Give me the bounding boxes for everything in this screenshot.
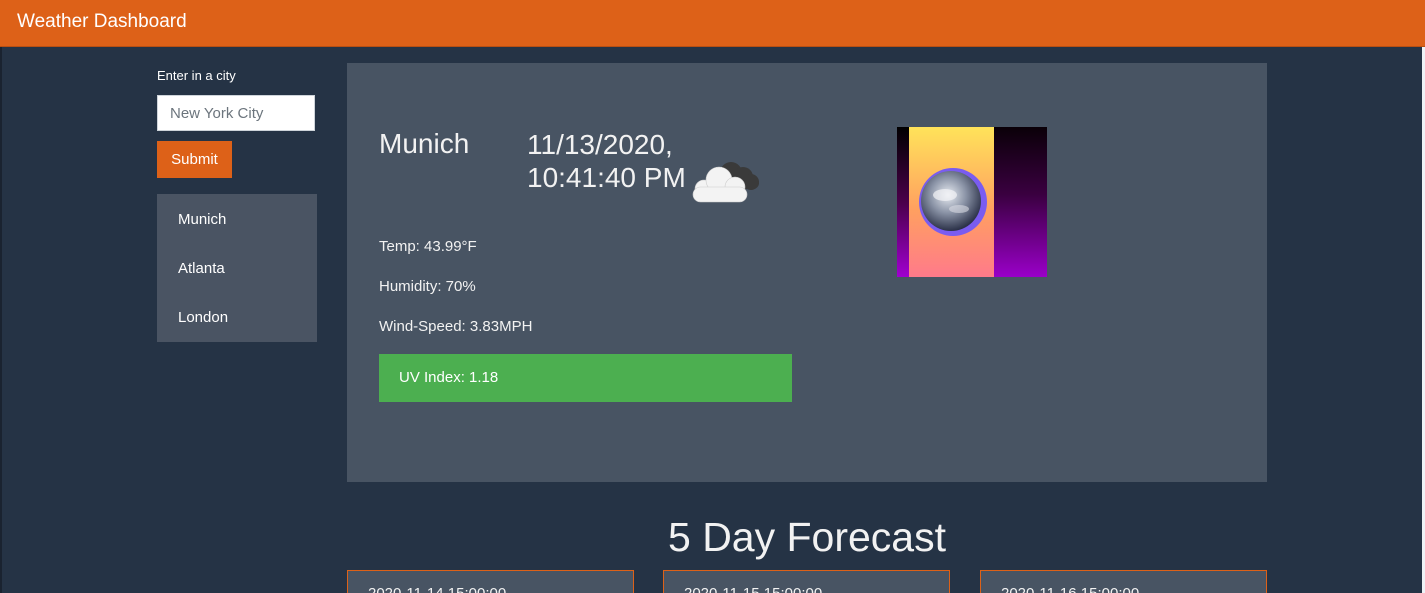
submit-button[interactable]: Submit	[157, 141, 232, 178]
city-search-input[interactable]	[157, 95, 315, 131]
wind-speed-text: Wind-Speed: 3.83MPH	[379, 318, 533, 335]
city-photo	[897, 127, 1047, 277]
uv-index-badge: UV Index: 1.18	[379, 354, 792, 402]
forecast-date: 2020-11-14 15:00:00	[368, 585, 506, 593]
forecast-date: 2020-11-15 15:00:00	[684, 585, 822, 593]
forecast-title: 5 Day Forecast	[668, 514, 946, 560]
forecast-card: 2020-11-14 15:00:00	[347, 570, 634, 593]
forecast-date: 2020-11-16 15:00:00	[1001, 585, 1139, 593]
history-item-atlanta[interactable]: Atlanta	[178, 260, 225, 277]
history-item-munich[interactable]: Munich	[178, 211, 226, 228]
forecast-card: 2020-11-15 15:00:00	[663, 570, 950, 593]
current-datetime: 11/13/2020, 10:41:40 PM	[527, 129, 686, 193]
history-item-london[interactable]: London	[178, 309, 228, 326]
current-weather-card: Munich 11/13/2020, 10:41:40 PM Temp: 43.…	[347, 63, 1267, 482]
forecast-card: 2020-11-16 15:00:00	[980, 570, 1267, 593]
uv-index-text: UV Index: 1.18	[399, 369, 499, 386]
current-city-name: Munich	[379, 128, 470, 159]
navbar: Weather Dashboard	[0, 0, 1425, 47]
cloudy-icon	[692, 162, 759, 203]
city-search-label: Enter in a city	[157, 68, 236, 83]
humidity-text: Humidity: 70%	[379, 278, 476, 295]
app-title[interactable]: Weather Dashboard	[17, 11, 187, 33]
temperature-text: Temp: 43.99°F	[379, 238, 477, 255]
search-history-list: Munich Atlanta London	[157, 194, 317, 342]
